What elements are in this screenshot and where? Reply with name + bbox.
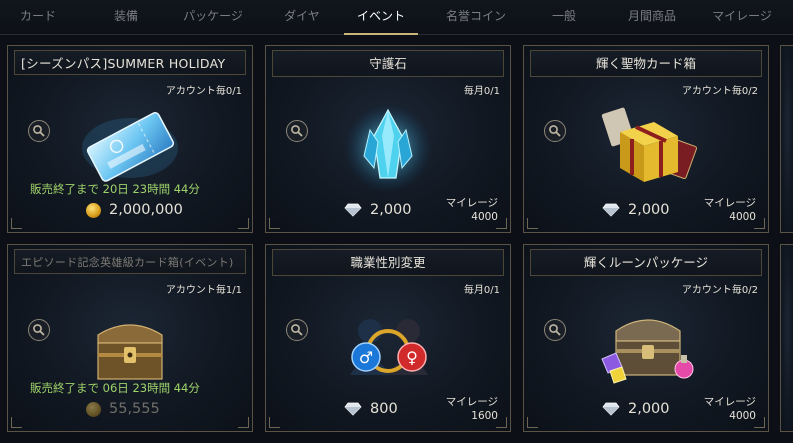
diamond-icon bbox=[602, 203, 620, 217]
purchase-limit: アカウント毎0/2 bbox=[681, 285, 758, 296]
price: 55,555 bbox=[86, 401, 160, 417]
item-title: エピソード記念英雄級カード箱(イベント) bbox=[14, 249, 246, 274]
shop-item-card-partial[interactable] bbox=[780, 244, 793, 432]
price: 2,000 bbox=[602, 202, 670, 218]
search-icon[interactable] bbox=[28, 319, 50, 341]
mileage-value: 4000 bbox=[729, 410, 756, 422]
tab-diamond[interactable]: ダイヤ bbox=[279, 0, 325, 34]
card-corner-ornament bbox=[527, 417, 538, 428]
guardian-stone-icon bbox=[318, 96, 458, 196]
price-value: 2,000 bbox=[370, 202, 412, 218]
search-icon[interactable] bbox=[286, 120, 308, 142]
mileage-reward: マイレージ 4000 bbox=[704, 395, 756, 423]
shop-item-card[interactable]: エピソード記念英雄級カード箱(イベント) アカウント毎1/1 販売終了まで 06… bbox=[7, 244, 253, 432]
item-title: 輝く聖物カード箱 bbox=[530, 50, 762, 77]
item-title: 輝くルーンパッケージ bbox=[530, 249, 762, 276]
search-icon[interactable] bbox=[544, 319, 566, 341]
relic-card-box-icon bbox=[576, 96, 716, 196]
search-icon[interactable] bbox=[28, 120, 50, 142]
mileage-reward: マイレージ 4000 bbox=[446, 196, 498, 224]
tab-honor-coin[interactable]: 名誉コイン bbox=[441, 0, 511, 34]
card-corner-ornament bbox=[269, 218, 280, 229]
purchase-limit: アカウント毎1/1 bbox=[165, 285, 242, 296]
card-corner-ornament bbox=[269, 417, 280, 428]
mileage-label: マイレージ bbox=[703, 396, 756, 408]
item-title: 守護石 bbox=[272, 50, 504, 77]
card-corner-ornament bbox=[238, 218, 249, 229]
price-value: 2,000 bbox=[628, 202, 670, 218]
price: 800 bbox=[344, 401, 398, 417]
tab-mileage[interactable]: マイレージ bbox=[706, 0, 778, 34]
mileage-label: マイレージ bbox=[703, 197, 756, 209]
price: 2,000 bbox=[602, 401, 670, 417]
item-title: 職業性別変更 bbox=[272, 249, 504, 276]
card-corner-ornament bbox=[11, 417, 22, 428]
price-value: 55,555 bbox=[109, 401, 160, 417]
purchase-limit: アカウント毎0/1 bbox=[165, 86, 242, 97]
shop-item-card-partial[interactable] bbox=[780, 45, 793, 233]
price: 2,000 bbox=[344, 202, 412, 218]
mileage-label: マイレージ bbox=[445, 396, 498, 408]
gold-coin-icon bbox=[86, 401, 101, 417]
gender-change-icon: ♂ ♀ bbox=[318, 295, 458, 395]
search-icon[interactable] bbox=[544, 120, 566, 142]
shop-item-card[interactable]: 守護石 毎月0/1 2,000 マイレージ 4000 bbox=[265, 45, 511, 233]
mileage-label: マイレージ bbox=[445, 197, 498, 209]
card-corner-ornament bbox=[754, 417, 765, 428]
tab-monthly[interactable]: 月間商品 bbox=[622, 0, 682, 34]
card-corner-ornament bbox=[754, 218, 765, 229]
purchase-limit: アカウント毎0/2 bbox=[681, 86, 758, 97]
shop-item-card[interactable]: 輝く聖物カード箱 アカウント毎0/2 2,000 マイレージ 4000 bbox=[523, 45, 769, 233]
shop-item-card[interactable]: [シーズンパス]SUMMER HOLIDAY アカウント毎0/1 販売終了まで … bbox=[7, 45, 253, 233]
tab-general[interactable]: 一般 bbox=[546, 0, 582, 34]
tab-card[interactable]: カード bbox=[18, 0, 58, 34]
price: 2,000,000 bbox=[86, 202, 183, 218]
sale-end-countdown: 販売終了まで 20日 23時間 44分 bbox=[30, 182, 200, 196]
svg-text:♀: ♀ bbox=[406, 348, 418, 367]
card-corner-ornament bbox=[527, 218, 538, 229]
category-tab-bar: カード 装備 パッケージ ダイヤ イベント 名誉コイン 一般 月間商品 マイレー… bbox=[0, 0, 793, 35]
search-icon[interactable] bbox=[286, 319, 308, 341]
tab-event[interactable]: イベント bbox=[344, 0, 418, 35]
price-value: 2,000,000 bbox=[109, 202, 183, 218]
mileage-reward: マイレージ 4000 bbox=[704, 196, 756, 224]
shop-item-card[interactable]: 職業性別変更 毎月0/1 ♂ ♀ 800 マイレージ 1600 bbox=[265, 244, 511, 432]
tab-equipment[interactable]: 装備 bbox=[100, 0, 152, 34]
gold-coin-icon bbox=[86, 202, 101, 218]
price-value: 800 bbox=[370, 401, 398, 417]
mileage-value: 4000 bbox=[729, 211, 756, 223]
svg-text:♂: ♂ bbox=[359, 348, 373, 367]
purchase-limit: 毎月0/1 bbox=[463, 86, 500, 97]
rune-package-chest-icon bbox=[576, 295, 716, 395]
shop-item-card[interactable]: 輝くルーンパッケージ アカウント毎0/2 2,000 マイレージ 4000 bbox=[523, 244, 769, 432]
mileage-reward: マイレージ 1600 bbox=[446, 395, 498, 423]
card-corner-ornament bbox=[11, 218, 22, 229]
diamond-icon bbox=[344, 203, 362, 217]
sale-end-countdown: 販売終了まで 06日 23時間 44分 bbox=[30, 381, 200, 395]
item-title: [シーズンパス]SUMMER HOLIDAY bbox=[14, 50, 246, 75]
tab-package[interactable]: パッケージ bbox=[180, 0, 246, 34]
card-corner-ornament bbox=[496, 218, 507, 229]
mileage-value: 4000 bbox=[471, 211, 498, 223]
card-corner-ornament bbox=[496, 417, 507, 428]
diamond-icon bbox=[344, 402, 362, 416]
card-corner-ornament bbox=[238, 417, 249, 428]
purchase-limit: 毎月0/1 bbox=[463, 285, 500, 296]
diamond-icon bbox=[602, 402, 620, 416]
mileage-value: 1600 bbox=[471, 410, 498, 422]
price-value: 2,000 bbox=[628, 401, 670, 417]
